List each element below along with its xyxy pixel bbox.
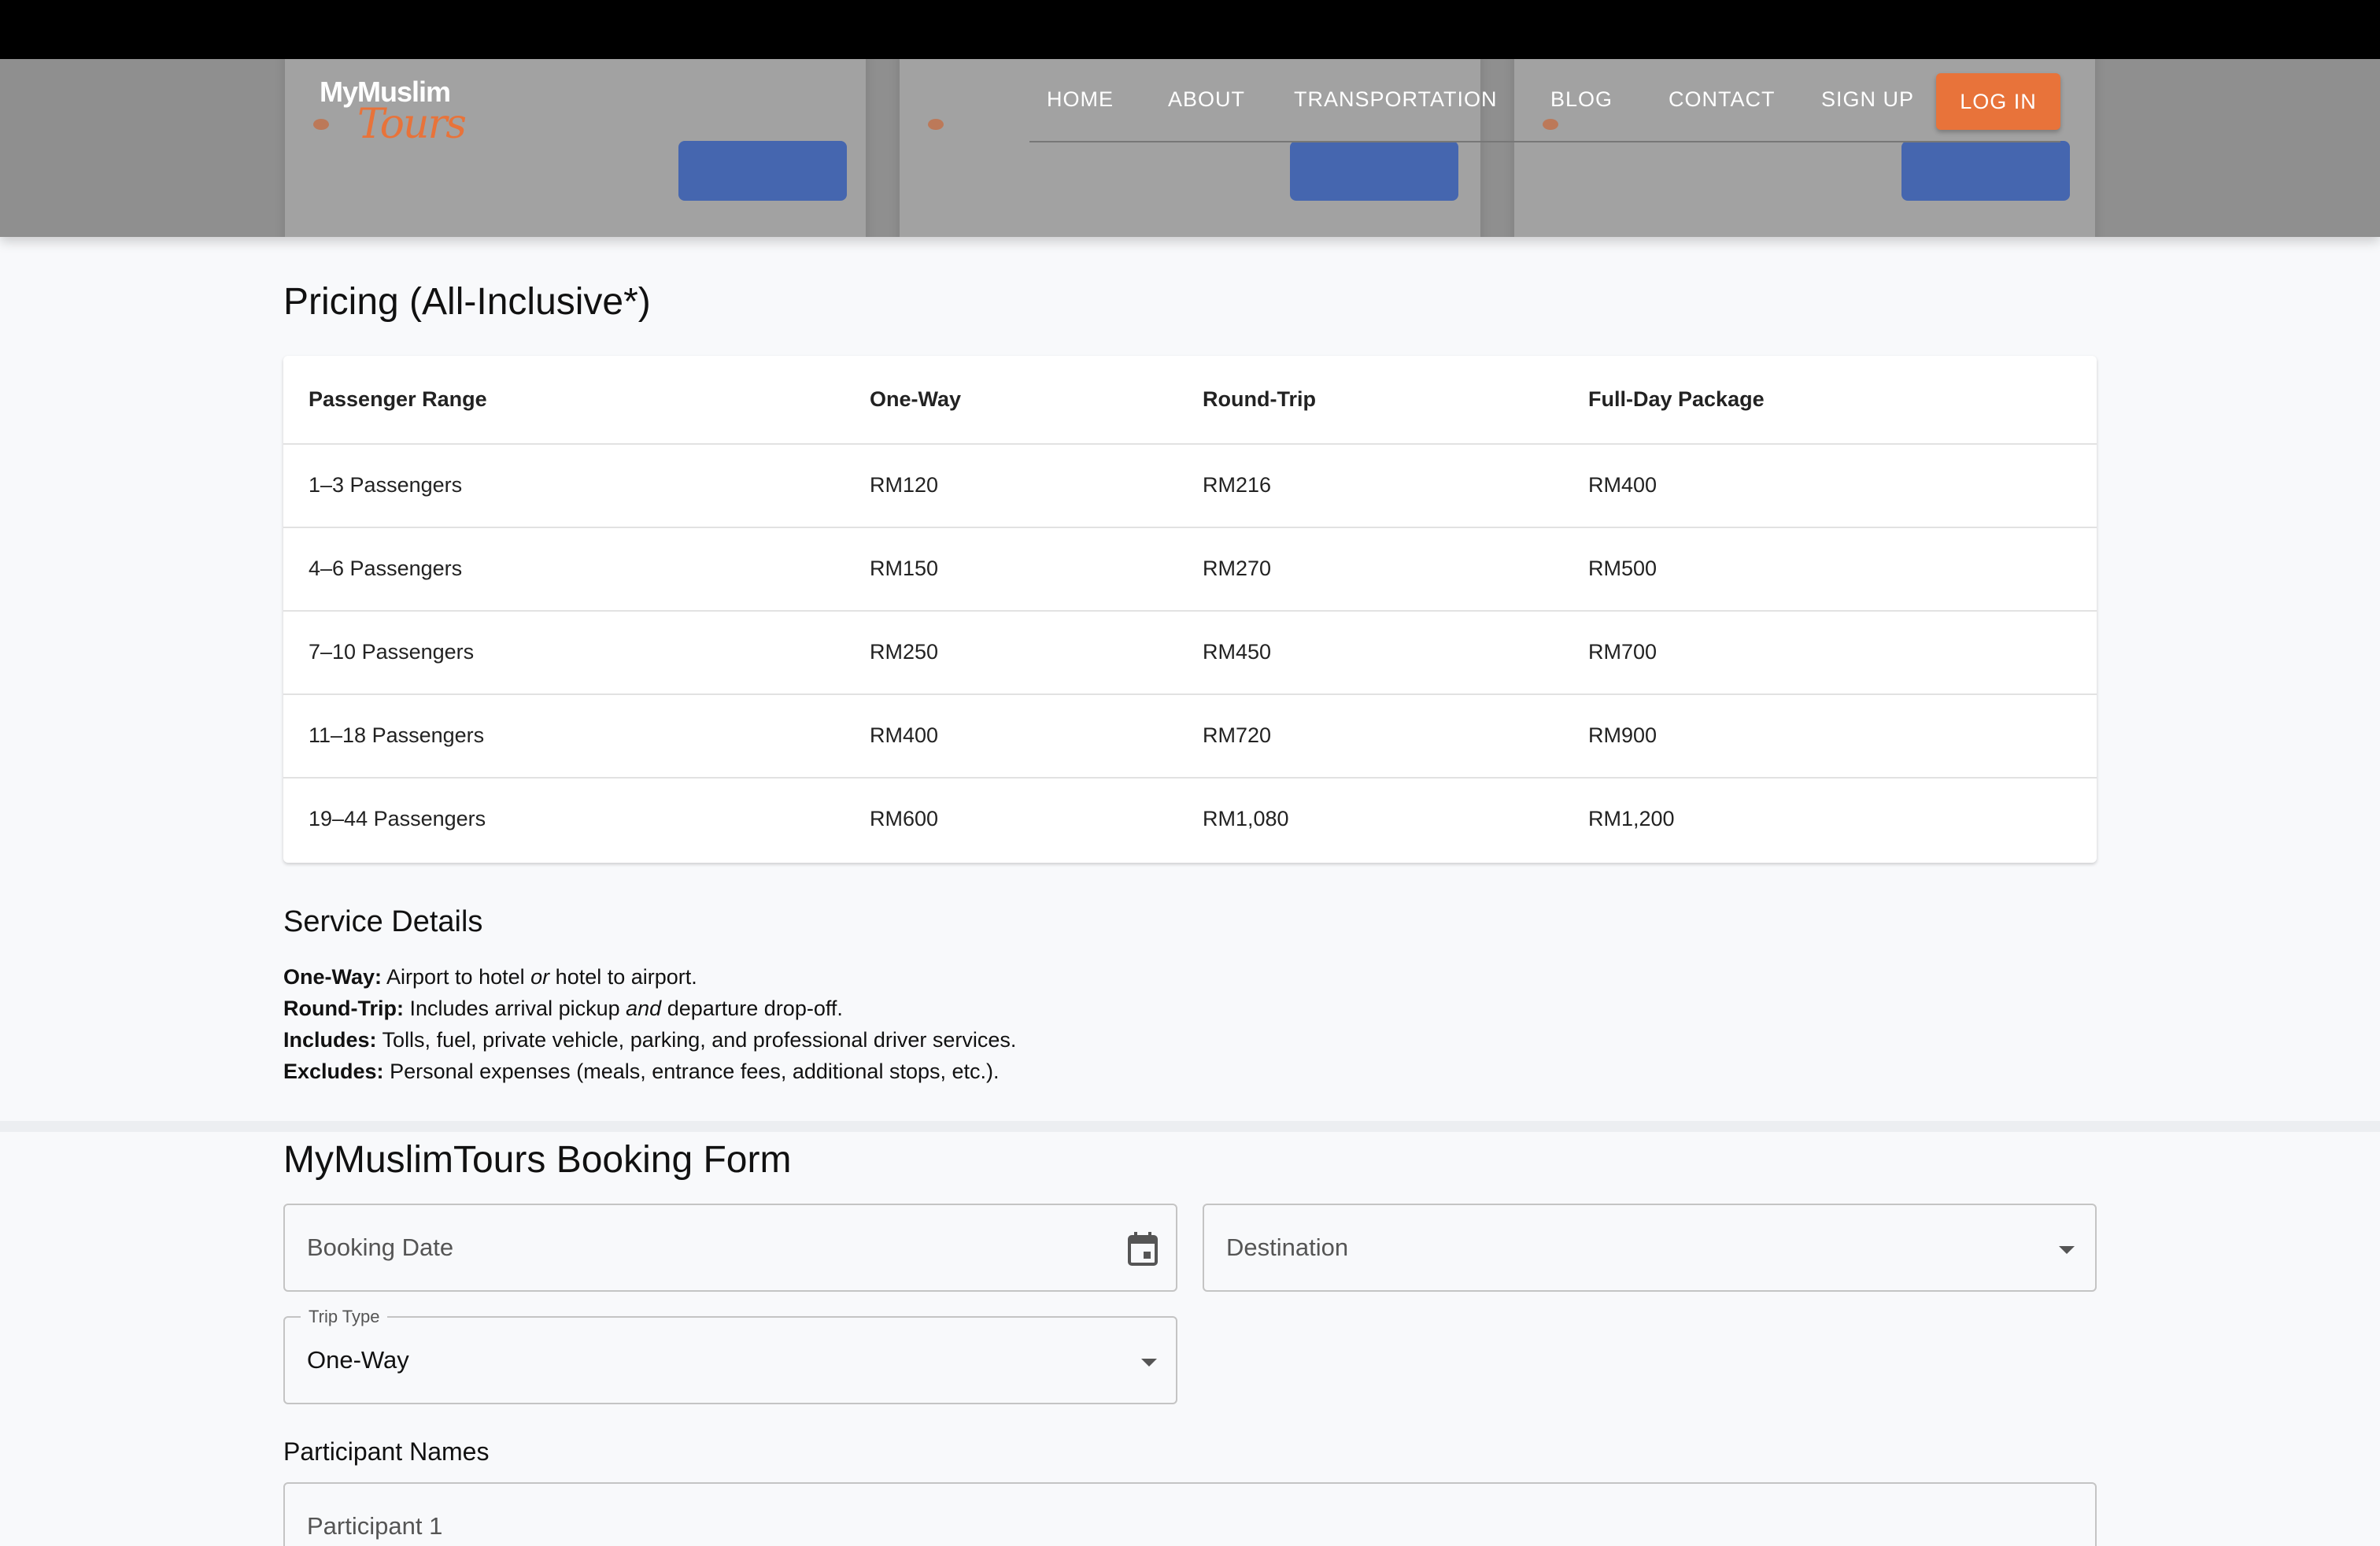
- detail-text: departure drop-off.: [667, 997, 843, 1020]
- table-cell: RM700: [1588, 640, 1658, 664]
- pricing-table: Passenger Range One-Way Round-Trip Full-…: [283, 356, 2097, 863]
- detail-text: hotel to airport.: [555, 965, 697, 989]
- booking-form-title: MyMuslimTours Booking Form: [283, 1139, 792, 1181]
- trip-type-value: One-Way: [307, 1346, 409, 1374]
- table-row: 7–10 Passengers RM250 RM450 RM700: [283, 612, 2097, 695]
- table-cell: RM216: [1203, 473, 1272, 497]
- table-row: 4–6 Passengers RM150 RM270 RM500: [283, 528, 2097, 612]
- table-cell: RM400: [870, 723, 939, 747]
- calendar-icon[interactable]: [1127, 1232, 1159, 1267]
- table-cell: RM400: [1588, 473, 1658, 497]
- service-details-title: Service Details: [283, 905, 483, 938]
- column-header: Round-Trip: [1203, 387, 1316, 411]
- nav-home[interactable]: HOME: [1047, 87, 1114, 112]
- detail-emphasis: and: [626, 997, 662, 1020]
- table-cell: RM900: [1588, 723, 1658, 747]
- detail-label: Includes:: [283, 1028, 377, 1052]
- detail-one-way: One-Way: Airport to hotel or hotel to ai…: [283, 965, 697, 989]
- nav-contact[interactable]: CONTACT: [1669, 87, 1776, 112]
- table-row: 19–44 Passengers RM600 RM1,080 RM1,200: [283, 779, 2097, 863]
- detail-text: Airport to hotel: [386, 965, 525, 989]
- login-button[interactable]: LOG IN: [1936, 73, 2060, 130]
- nav-blog[interactable]: BLOG: [1550, 87, 1613, 112]
- column-header: Passenger Range: [309, 387, 487, 411]
- background-card-dot: [928, 119, 944, 130]
- nav-sign-up[interactable]: SIGN UP: [1821, 87, 1914, 112]
- background-card-button: [678, 141, 847, 201]
- detail-label: Round-Trip:: [283, 997, 404, 1020]
- table-cell: 19–44 Passengers: [309, 807, 486, 830]
- table-cell: 1–3 Passengers: [309, 473, 463, 497]
- table-cell: RM120: [870, 473, 939, 497]
- participant-1-placeholder: Participant 1: [307, 1512, 443, 1540]
- detail-round-trip: Round-Trip: Includes arrival pickup and …: [283, 997, 843, 1021]
- site-logo[interactable]: MyMuslim Tours: [320, 76, 469, 154]
- table-cell: RM250: [870, 640, 939, 664]
- table-row: 1–3 Passengers RM120 RM216 RM400: [283, 445, 2097, 528]
- detail-text: Tolls, fuel, private vehicle, parking, a…: [382, 1028, 1017, 1052]
- detail-label: Excludes:: [283, 1060, 384, 1083]
- trip-type-select[interactable]: Trip Type One-Way: [283, 1307, 1177, 1404]
- column-header: One-Way: [870, 387, 962, 411]
- detail-includes: Includes: Tolls, fuel, private vehicle, …: [283, 1028, 1016, 1052]
- table-cell: RM600: [870, 807, 939, 830]
- table-cell: RM150: [870, 557, 939, 580]
- pricing-title: Pricing (All-Inclusive*): [283, 281, 651, 323]
- table-header-row: Passenger Range One-Way Round-Trip Full-…: [283, 356, 2097, 445]
- main-nav: HOME ABOUT TRANSPORTATION BLOG CONTACT S…: [1029, 73, 2060, 142]
- table-cell: RM1,200: [1588, 807, 1675, 830]
- participant-1-input[interactable]: Participant 1: [283, 1482, 2097, 1546]
- table-cell: RM270: [1203, 557, 1272, 580]
- background-card-button: [1901, 141, 2070, 201]
- table-cell: RM720: [1203, 723, 1272, 747]
- nav-about[interactable]: ABOUT: [1168, 87, 1245, 112]
- section-divider: [0, 1121, 2380, 1132]
- table-cell: RM1,080: [1203, 807, 1289, 830]
- background-card-button: [1290, 141, 1458, 201]
- chevron-down-icon: [2059, 1246, 2075, 1254]
- browser-top-bar: [0, 0, 2380, 59]
- chevron-down-icon: [1141, 1359, 1157, 1367]
- table-cell: RM450: [1203, 640, 1272, 664]
- table-cell: 7–10 Passengers: [309, 640, 475, 664]
- table-cell: 11–18 Passengers: [309, 723, 485, 747]
- table-row: 11–18 Passengers RM400 RM720 RM900: [283, 695, 2097, 779]
- booking-date-field[interactable]: Booking Date: [283, 1204, 1177, 1292]
- destination-placeholder: Destination: [1226, 1233, 1349, 1261]
- detail-text: Personal expenses (meals, entrance fees,…: [390, 1060, 1000, 1083]
- detail-text: Includes arrival pickup: [409, 997, 620, 1020]
- trip-type-label: Trip Type: [301, 1307, 388, 1327]
- column-header: Full-Day Package: [1588, 387, 1765, 411]
- booking-date-placeholder: Booking Date: [307, 1233, 454, 1261]
- detail-label: One-Way:: [283, 965, 382, 989]
- participant-names-label: Participant Names: [283, 1437, 490, 1466]
- table-cell: 4–6 Passengers: [309, 557, 463, 580]
- table-cell: RM500: [1588, 557, 1658, 580]
- nav-transportation[interactable]: TRANSPORTATION: [1294, 87, 1498, 112]
- detail-excludes: Excludes: Personal expenses (meals, entr…: [283, 1060, 1000, 1084]
- destination-select[interactable]: Destination: [1203, 1204, 2097, 1292]
- logo-script-text: Tours: [357, 101, 467, 148]
- detail-emphasis: or: [530, 965, 550, 989]
